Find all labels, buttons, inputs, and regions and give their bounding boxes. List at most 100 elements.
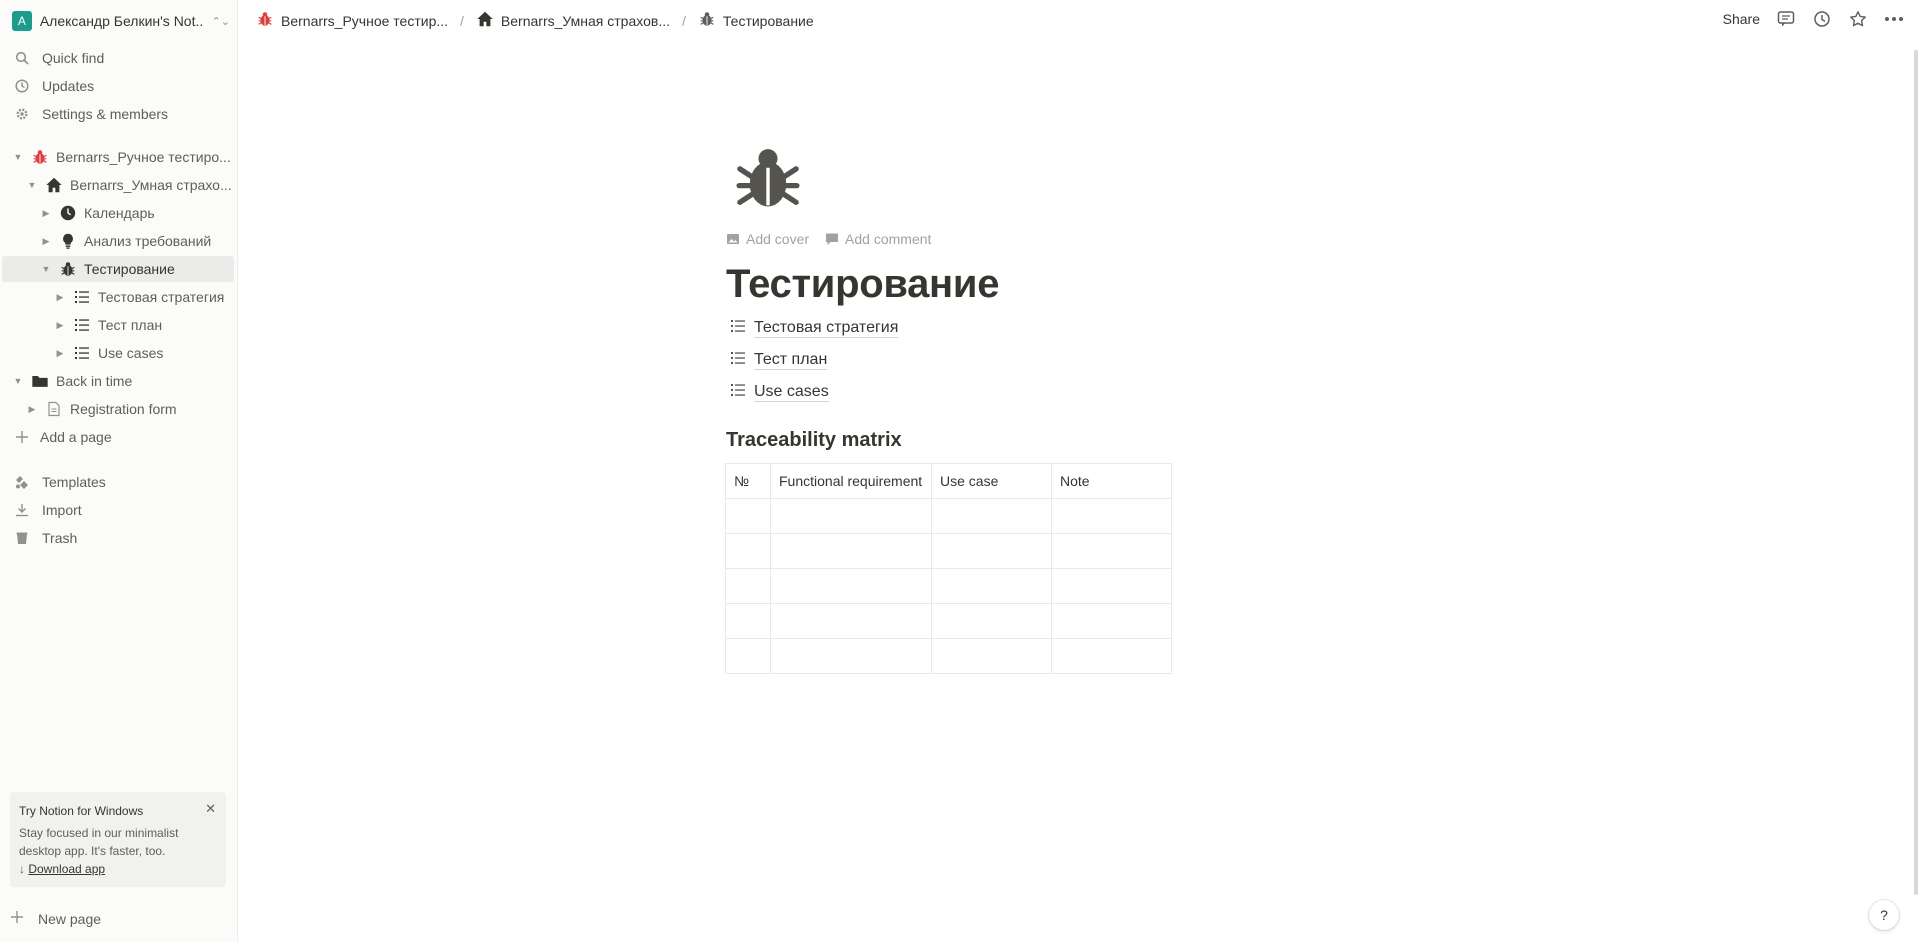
workspace-name: Александр Белкин's Not... [39,13,204,29]
triangle-right-icon[interactable]: ▶ [40,207,52,219]
table-cell[interactable] [770,638,932,674]
download-app-link[interactable]: ↓ Download app [19,860,217,878]
star-icon[interactable] [1848,8,1868,30]
sidebar-item-back-in-time[interactable]: ▼ Back in time [2,368,234,394]
triangle-right-icon[interactable]: ▶ [54,319,66,331]
table-cell[interactable] [1051,638,1172,674]
sidebar-item-quick-find[interactable]: Quick find [2,45,234,71]
traceability-table: № Functional requirement Use case Note [725,463,1172,674]
table-cell[interactable] [725,603,771,639]
table-cell[interactable] [770,533,932,569]
bug-icon[interactable] [730,140,810,220]
sidebar-item-analysis[interactable]: ▶ Анализ требований [2,228,234,254]
close-icon[interactable]: ✕ [205,800,216,818]
help-button[interactable]: ? [1869,900,1899,930]
subpage-label: Тест план [754,350,828,370]
workspace-switcher[interactable]: A Александр Белкин's Not... ⌃⌄ [10,8,230,34]
sidebar-item-testing[interactable]: ▼ Тестирование [2,256,234,282]
table-header-cell[interactable]: № [725,463,771,499]
sidebar-item-label: Settings & members [42,106,169,122]
breadcrumb-label: Тестирование [722,12,814,29]
sidebar-item-label: Тестовая стратегия [98,289,225,305]
sidebar-item-label: Тест план [98,317,163,333]
subpage-link-use-cases[interactable]: Use cases [730,376,1176,408]
folder-icon [30,371,50,391]
breadcrumb-item-testing[interactable]: Тестирование [698,10,814,31]
share-button[interactable]: Share [1723,11,1760,27]
sidebar-item-label: Registration form [70,401,177,417]
table-header-cell[interactable]: Note [1051,463,1172,499]
table-header-cell[interactable]: Use case [931,463,1052,499]
sidebar-item-ruchnoe[interactable]: ▼ Bernarrs_Ручное тестиро... [2,144,234,170]
sidebar-item-test-plan[interactable]: ▶ Тест план [2,312,234,338]
triangle-right-icon[interactable]: ▶ [26,403,38,415]
comments-icon[interactable] [1776,8,1796,30]
sidebar-item-use-cases[interactable]: ▶ Use cases [2,340,234,366]
list-icon [730,350,746,371]
table-cell[interactable] [1051,498,1172,534]
trash-icon [12,528,32,548]
table-header-cell[interactable]: Functional requirement [770,463,932,499]
add-page-label: Add a page [40,429,112,445]
add-cover-button[interactable]: Add cover [726,231,809,247]
table-cell[interactable] [725,638,771,674]
sidebar-item-label: Календарь [84,205,155,221]
triangle-down-icon[interactable]: ▼ [40,263,52,275]
triangle-down-icon[interactable]: ▼ [12,375,24,387]
table-cell[interactable] [1051,533,1172,569]
import-icon [12,500,32,520]
subpage-link-test-plan[interactable]: Тест план [730,344,1176,376]
chevron-updown-icon: ⌃⌄ [211,15,230,28]
sidebar-item-label: Quick find [42,50,105,66]
table-cell[interactable] [1051,568,1172,604]
triangle-right-icon[interactable]: ▶ [54,347,66,359]
sidebar-item-settings[interactable]: Settings & members [2,101,234,127]
bug-icon [58,259,78,279]
sidebar-item-strategy[interactable]: ▶ Тестовая стратегия [2,284,234,310]
list-icon [72,287,92,307]
table-cell[interactable] [1051,603,1172,639]
sidebar-item-trash[interactable]: Trash [2,525,234,551]
table-cell[interactable] [770,603,932,639]
triangle-down-icon[interactable]: ▼ [26,179,38,191]
scrollbar[interactable] [1914,50,1918,895]
breadcrumb-separator: / [460,12,464,29]
breadcrumb-item-ruchnoe[interactable]: Bernarrs_Ручное тестир... [256,10,448,31]
triangle-right-icon[interactable]: ▶ [54,291,66,303]
table-cell[interactable] [725,533,771,569]
sidebar-item-label: Updates [42,78,95,94]
table-cell[interactable] [725,498,771,534]
table-cell[interactable] [931,603,1052,639]
breadcrumb-item-umnaya[interactable]: Bernarrs_Умная страхов... [476,10,670,31]
table-cell[interactable] [931,533,1052,569]
sidebar-item-label: Trash [42,530,78,546]
subpage-link-strategy[interactable]: Тестовая стратегия [730,312,1176,344]
history-icon[interactable] [1812,8,1832,30]
page-title[interactable]: Тестирование [726,256,1176,312]
comment-icon [826,233,839,245]
table-row [725,603,1172,639]
section-heading[interactable]: Traceability matrix [726,425,1176,455]
more-icon[interactable] [1884,8,1904,30]
new-page-button[interactable]: New page [10,910,101,927]
table-cell[interactable] [770,568,932,604]
table-row [725,533,1172,569]
triangle-right-icon[interactable]: ▶ [40,235,52,247]
sidebar-item-calendar[interactable]: ▶ Календарь [2,200,234,226]
sidebar-item-import[interactable]: Import [2,497,234,523]
sidebar-item-updates[interactable]: Updates [2,73,234,99]
sidebar: A Александр Белкин's Not... ⌃⌄ Quick fin… [0,0,238,942]
table-cell[interactable] [931,498,1052,534]
add-comment-button[interactable]: Add comment [825,231,931,247]
sidebar-item-templates[interactable]: Templates [2,469,234,495]
table-cell[interactable] [931,638,1052,674]
sidebar-item-umnaya[interactable]: ▼ Bernarrs_Умная страхо... [2,172,234,198]
subpage-label: Тестовая стратегия [754,318,899,338]
plus-icon [12,427,32,447]
table-cell[interactable] [931,568,1052,604]
table-cell[interactable] [770,498,932,534]
triangle-down-icon[interactable]: ▼ [12,151,24,163]
table-cell[interactable] [725,568,771,604]
add-page-button[interactable]: Add a page [2,424,234,450]
sidebar-item-registration-form[interactable]: ▶ Registration form [2,396,234,422]
